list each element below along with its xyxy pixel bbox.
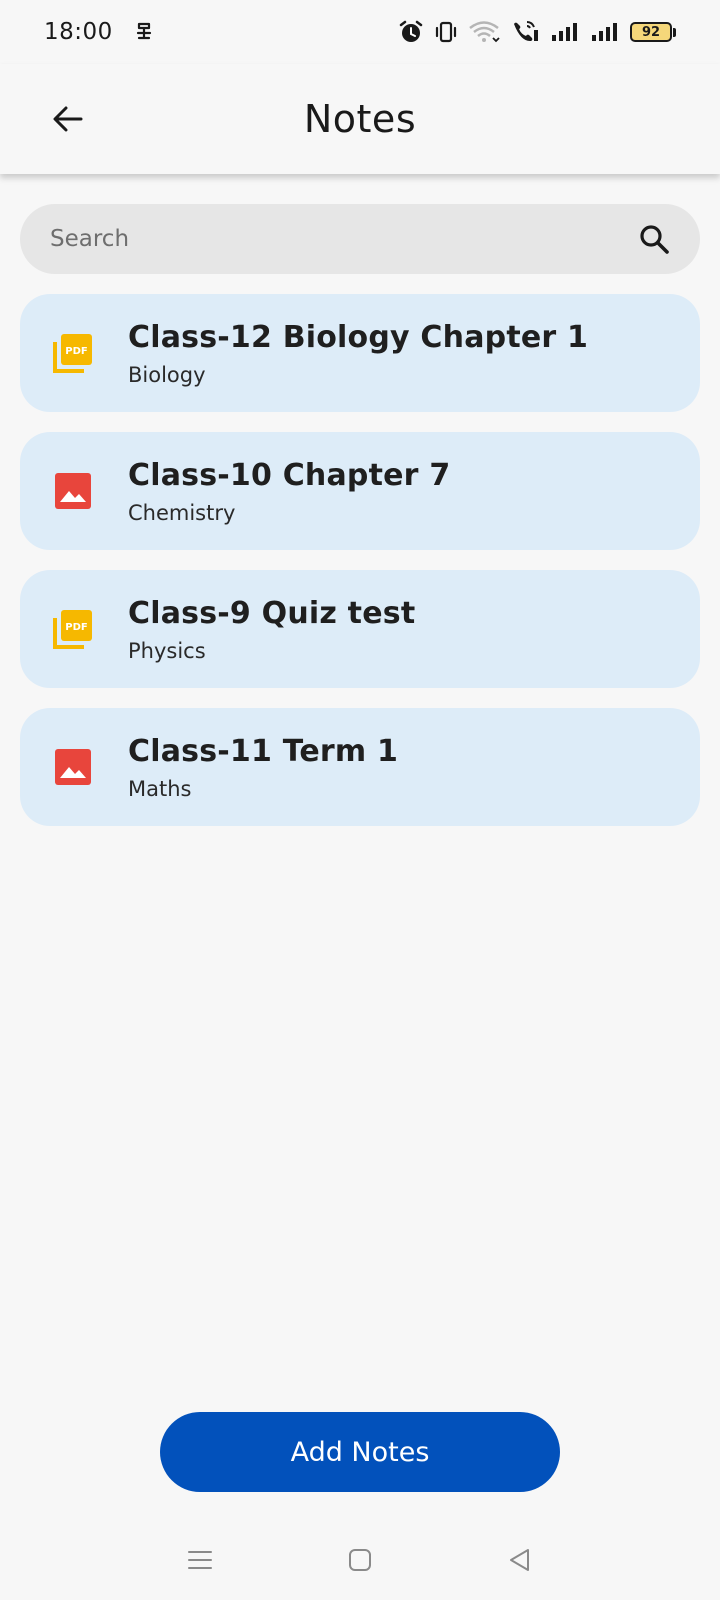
wifi-icon: [468, 19, 500, 45]
arrow-back-icon: [53, 106, 83, 132]
search-input[interactable]: [50, 226, 636, 252]
svg-text:PDF: PDF: [65, 346, 87, 357]
note-text: Class-9 Quiz test Physics: [128, 596, 415, 663]
status-time: 18:00: [44, 19, 113, 45]
note-text: Class-10 Chapter 7 Chemistry: [128, 458, 450, 525]
page-title: Notes: [303, 97, 417, 141]
app-bar: Notes: [0, 64, 720, 174]
note-title: Class-9 Quiz test: [128, 595, 416, 631]
note-title: Class-12 Biology Chapter 1: [128, 319, 589, 355]
status-right: 92: [398, 19, 676, 45]
battery-level: 92: [630, 22, 672, 42]
navigation-bar: [0, 1520, 720, 1600]
back-button[interactable]: [46, 97, 90, 141]
pdf-icon: PDF: [52, 608, 94, 650]
note-title: Class-10 Chapter 7: [128, 457, 451, 493]
note-title: Class-11 Term 1: [128, 733, 399, 769]
image-icon: [52, 746, 94, 788]
note-text: Class-11 Term 1 Maths: [128, 734, 398, 801]
note-card[interactable]: Class-11 Term 1 Maths: [20, 708, 700, 826]
battery-icon: 92: [630, 22, 676, 42]
signal-icon: [590, 21, 620, 43]
back-icon[interactable]: [500, 1540, 540, 1580]
menu-icon[interactable]: [180, 1540, 220, 1580]
note-card[interactable]: PDF Class-9 Quiz test Physics: [20, 570, 700, 688]
svg-text:PDF: PDF: [65, 622, 87, 633]
note-card[interactable]: Class-10 Chapter 7 Chemistry: [20, 432, 700, 550]
status-bar: 18:00 92: [0, 0, 720, 64]
search-bar[interactable]: [20, 204, 700, 274]
notes-list: PDF Class-12 Biology Chapter 1 Biology C…: [20, 294, 700, 846]
note-subject: Physics: [128, 638, 206, 663]
alarm-icon: [398, 19, 424, 45]
wifi-call-icon: [510, 19, 540, 45]
note-subject: Maths: [128, 776, 192, 801]
pdf-icon: PDF: [52, 332, 94, 374]
search-icon[interactable]: [636, 221, 672, 257]
note-subject: Chemistry: [128, 500, 236, 525]
battery-tip: [673, 27, 676, 37]
image-icon: [52, 470, 94, 512]
note-text: Class-12 Biology Chapter 1 Biology: [128, 320, 588, 387]
status-left: 18:00: [44, 19, 153, 45]
note-subject: Biology: [128, 362, 206, 387]
note-card[interactable]: PDF Class-12 Biology Chapter 1 Biology: [20, 294, 700, 412]
vibrate-icon: [434, 20, 458, 44]
add-notes-button[interactable]: Add Notes: [160, 1412, 560, 1492]
signal-icon: [550, 21, 580, 43]
notification-icon: [135, 21, 153, 43]
home-icon[interactable]: [340, 1540, 380, 1580]
